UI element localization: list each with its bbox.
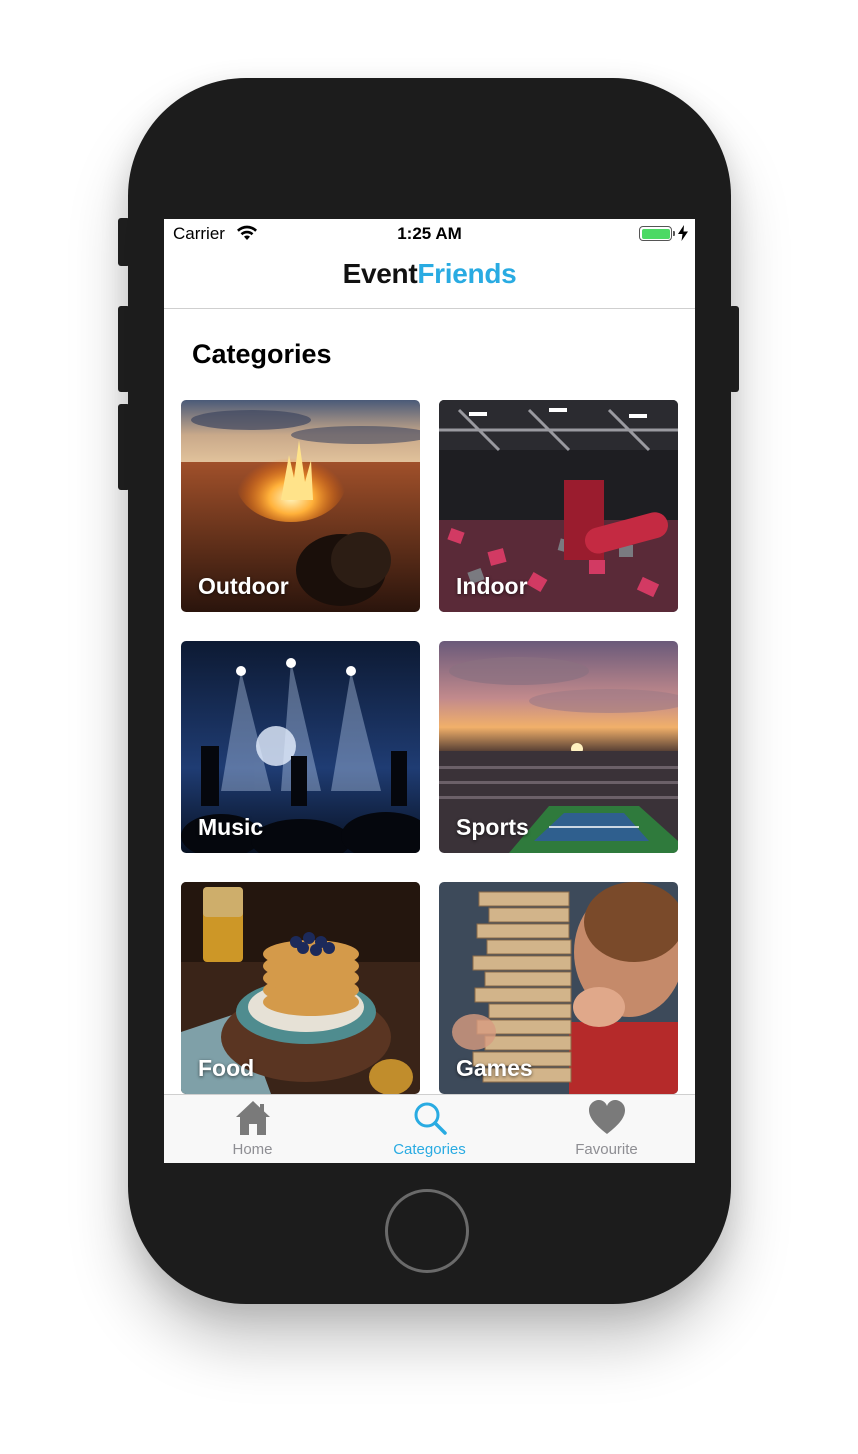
battery-icon	[639, 226, 672, 241]
tab-label: Favourite	[575, 1141, 638, 1158]
tab-label: Categories	[393, 1141, 466, 1158]
brand-word-event: Event	[342, 258, 418, 289]
category-label: Games	[456, 1055, 533, 1081]
category-tile-games[interactable]: Games	[439, 882, 678, 1094]
category-label: Outdoor	[198, 573, 289, 599]
heart-icon	[589, 1100, 625, 1134]
category-tile-outdoor[interactable]: Outdoor	[181, 400, 420, 612]
home-button[interactable]	[385, 1189, 469, 1273]
category-label: Indoor	[456, 573, 528, 599]
category-tile-indoor[interactable]: Indoor	[439, 400, 678, 612]
tab-label: Home	[232, 1141, 273, 1158]
category-tile-sports[interactable]: Sports	[439, 641, 678, 853]
device-mockup: Carrier 1:25 AM EventFriends Categories	[0, 0, 858, 1454]
tab-categories[interactable]: Categories	[341, 1095, 518, 1163]
tab-home[interactable]: Home	[164, 1095, 341, 1163]
category-tile-food[interactable]: Food	[181, 882, 420, 1094]
tab-bar: Home Categories Favourite	[164, 1094, 695, 1163]
battery-level	[641, 228, 670, 239]
app-logo: EventFriends	[164, 258, 695, 290]
home-icon	[236, 1101, 270, 1135]
category-label: Sports	[456, 814, 529, 840]
status-bar: Carrier 1:25 AM	[164, 219, 695, 249]
brand-word-friends: Friends	[417, 258, 517, 289]
app-screen: Carrier 1:25 AM EventFriends Categories	[164, 219, 695, 1163]
navigation-bar: EventFriends	[164, 249, 695, 309]
page-title: Categories	[192, 339, 332, 369]
category-label: Food	[198, 1055, 255, 1081]
charging-icon	[678, 225, 688, 241]
battery-tip	[673, 231, 675, 236]
category-tile-music[interactable]: Music	[181, 641, 420, 853]
tab-favourite[interactable]: Favourite	[518, 1095, 695, 1163]
search-icon	[414, 1102, 447, 1135]
category-label: Music	[198, 814, 264, 840]
clock: 1:25 AM	[397, 224, 462, 243]
